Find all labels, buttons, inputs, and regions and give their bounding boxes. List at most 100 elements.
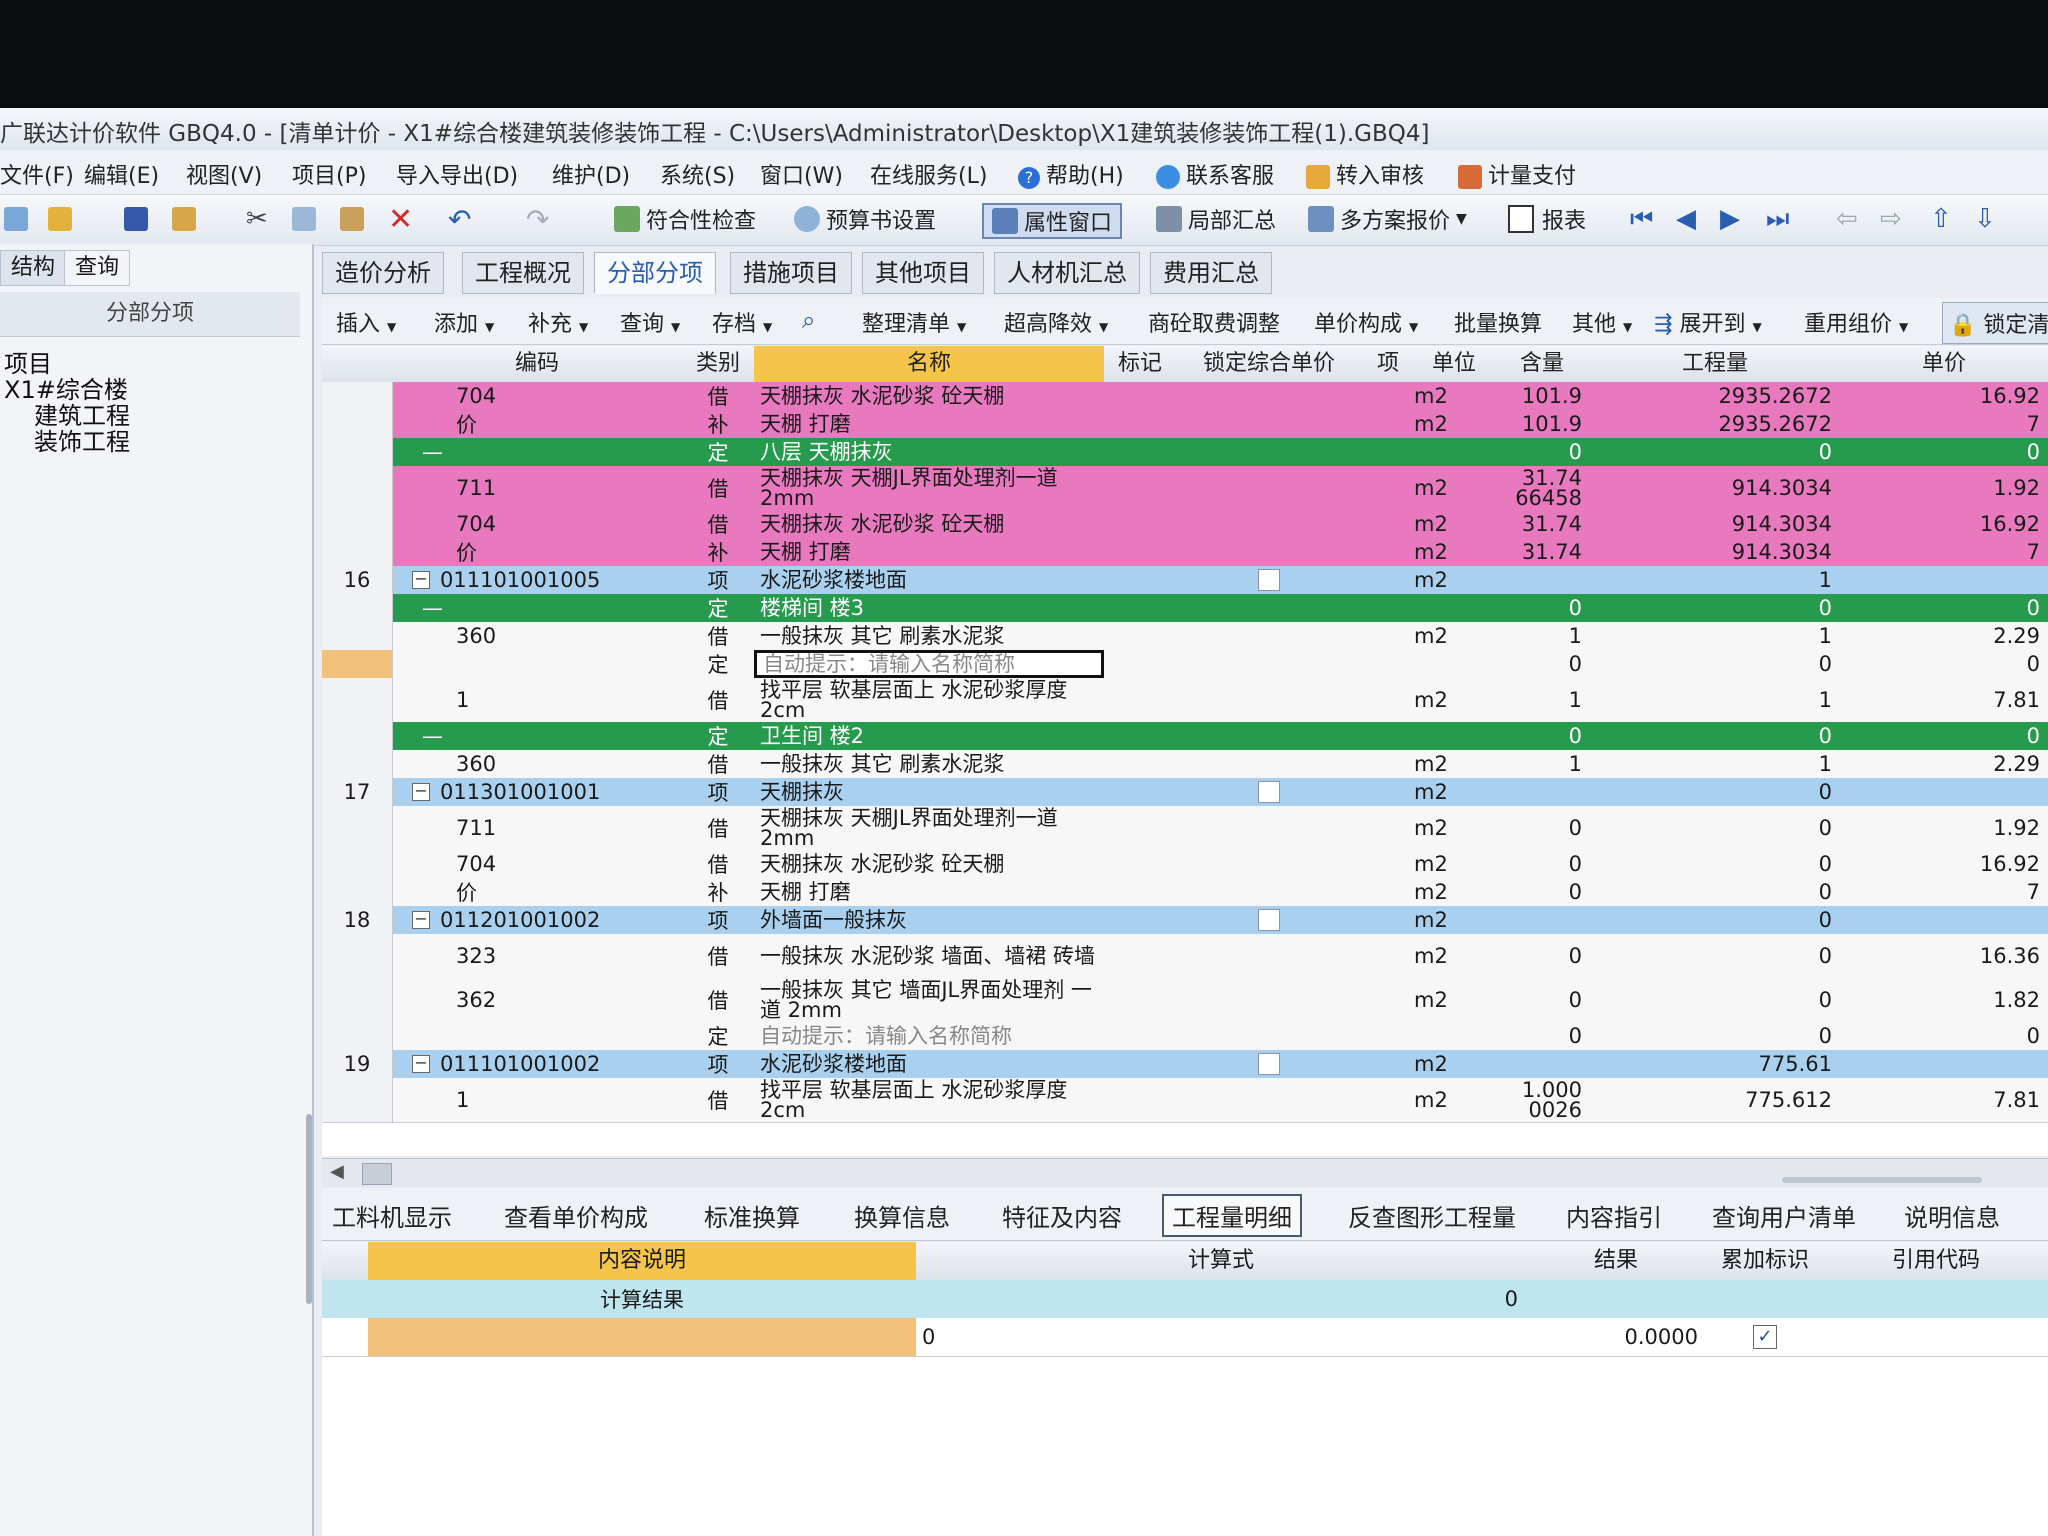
content-cell[interactable]: 31.74 (1494, 538, 1590, 566)
tab-description-info[interactable]: 说明信息 (1898, 1198, 2006, 1233)
detail-formula[interactable] (916, 1280, 1526, 1318)
lock-list-button[interactable]: 🔒 锁定清 (1942, 302, 2048, 344)
mark-cell[interactable] (1104, 382, 1176, 410)
menu-window[interactable]: 窗口(W) (760, 158, 843, 190)
folder-icon[interactable] (172, 203, 196, 235)
tab-unit-price-composition[interactable]: 查看单价构成 (498, 1198, 654, 1233)
open-icon[interactable] (48, 203, 72, 235)
content-cell[interactable] (1494, 778, 1590, 806)
name-cell[interactable]: 卫生间 楼2 (754, 722, 1104, 750)
multi-plan-button[interactable]: 多方案报价 ▼ (1308, 203, 1467, 235)
table-row[interactable]: 价 补 天棚 打磨 m2 101.9 2935.2672 7 (322, 410, 2048, 439)
collapse-icon[interactable]: − (412, 1055, 430, 1073)
mark-cell[interactable] (1104, 1078, 1176, 1122)
tab-structure[interactable]: 结构 (0, 250, 67, 286)
menu-maintain[interactable]: 维护(D) (552, 158, 630, 190)
row-number[interactable] (322, 878, 393, 906)
tab-content-guide[interactable]: 内容指引 (1560, 1198, 1668, 1233)
lock-price-checkbox[interactable] (1258, 1053, 1280, 1075)
content-cell[interactable]: 31.74 66458 (1494, 466, 1590, 510)
col-header-unit[interactable]: 单位 (1414, 346, 1495, 383)
table-row[interactable]: 16−011101001005 项水泥砂浆楼地面 m2 1 (322, 566, 2048, 595)
cut-icon[interactable]: ✂ (246, 203, 268, 235)
content-cell[interactable]: 31.74 (1494, 510, 1590, 538)
quantity-cell[interactable]: 0 (1590, 778, 1840, 806)
collapse-icon[interactable]: − (412, 571, 430, 589)
detail-col-formula[interactable]: 计算式 (916, 1242, 1527, 1281)
mark-cell[interactable] (1104, 622, 1176, 650)
quantity-cell[interactable]: 0 (1590, 878, 1840, 906)
content-cell[interactable]: 1.000 0026 (1494, 1078, 1590, 1122)
table-row[interactable]: — 定楼梯间 楼3 0 0 0 (322, 594, 2048, 623)
code-cell[interactable]: — (392, 594, 712, 622)
row-number[interactable]: 16 (322, 566, 393, 594)
menu-online[interactable]: 在线服务(L) (870, 158, 987, 190)
left-panel-scrollbar[interactable] (306, 1114, 312, 1304)
horizontal-scrollbar[interactable]: ◀ (322, 1158, 2048, 1187)
row-number[interactable] (322, 622, 393, 650)
quantity-cell[interactable]: 914.3034 (1590, 538, 1840, 566)
code-cell[interactable]: — (392, 438, 712, 466)
tab-user-list-query[interactable]: 查询用户清单 (1706, 1198, 1862, 1233)
tab-labor-display[interactable]: 工料机显示 (326, 1198, 458, 1233)
row-number[interactable] (322, 1078, 393, 1122)
menu-file[interactable]: 文件(F) (0, 158, 74, 190)
tab-labor-material[interactable]: 人材机汇总 (994, 252, 1140, 294)
quantity-cell[interactable]: 0 (1590, 1022, 1840, 1050)
menu-edit[interactable]: 编辑(E) (84, 158, 159, 190)
move-up-icon[interactable]: ⇧ (1930, 203, 1952, 235)
table-row[interactable]: — 定八层 天棚抹灰 0 0 0 (322, 438, 2048, 467)
row-number[interactable] (322, 466, 393, 510)
mark-cell[interactable] (1104, 438, 1176, 466)
detail-desc[interactable] (368, 1318, 916, 1356)
row-number[interactable] (322, 650, 393, 678)
name-cell[interactable]: 楼梯间 楼3 (754, 594, 1104, 622)
lock-price-cell[interactable] (1176, 622, 1362, 650)
archive-button[interactable]: 存档 ▼ (712, 306, 772, 338)
mark-cell[interactable] (1104, 650, 1176, 678)
col-header-type[interactable]: 类别 (682, 346, 755, 383)
table-row[interactable]: 1 借找平层 软基层面上 水泥砂浆厚度 2cm m2 1 1 7.81 (322, 678, 2048, 723)
col-header-item[interactable]: 项 (1362, 346, 1415, 383)
mark-cell[interactable] (1104, 1022, 1176, 1050)
row-number[interactable] (322, 750, 393, 778)
mark-cell[interactable] (1104, 878, 1176, 906)
concrete-fee-button[interactable]: 商砼取费调整 (1148, 306, 1280, 338)
row-number[interactable] (322, 410, 393, 438)
name-cell[interactable]: 天棚抹灰 天棚JL界面处理剂一道 2mm (754, 806, 1104, 850)
table-row[interactable]: 定自动提示：请输入名称简称 0 0 0 (322, 650, 2048, 679)
other-button[interactable]: 其他 ▼ (1572, 306, 1632, 338)
row-number[interactable] (322, 510, 393, 538)
menu-project[interactable]: 项目(P) (292, 158, 366, 190)
tab-conversion-info[interactable]: 换算信息 (848, 1198, 956, 1233)
mark-cell[interactable] (1104, 566, 1176, 594)
name-cell[interactable]: 天棚抹灰 天棚JL界面处理剂一道 2mm (754, 466, 1104, 510)
table-row[interactable]: 704 借 天棚抹灰 水泥砂浆 砼天棚 m2 101.9 2935.2672 16.92 (322, 382, 2048, 411)
mark-cell[interactable] (1104, 906, 1176, 934)
col-header-unit-price[interactable]: 单价 (1840, 346, 2048, 383)
code-cell[interactable]: — (392, 722, 712, 750)
lock-price-cell[interactable] (1176, 850, 1362, 878)
lock-price-cell[interactable] (1176, 650, 1362, 678)
query-button[interactable]: 查询 ▼ (620, 306, 680, 338)
col-header-lock-price[interactable]: 锁定综合单价 (1176, 346, 1363, 383)
quantity-cell[interactable]: 914.3034 (1590, 466, 1840, 510)
move-left-icon[interactable]: ⇦ (1836, 203, 1858, 235)
mark-cell[interactable] (1104, 410, 1176, 438)
table-row[interactable]: 704 借 天棚抹灰 水泥砂浆 砼天棚 m2 31.74 914.3034 16.92 (322, 510, 2048, 539)
menu-support[interactable]: 联系客服 (1156, 158, 1274, 190)
name-cell[interactable]: 天棚 打磨 (754, 538, 1104, 566)
content-cell[interactable] (1494, 1050, 1590, 1078)
mark-cell[interactable] (1104, 510, 1176, 538)
lock-price-cell[interactable] (1176, 678, 1362, 722)
name-cell[interactable]: 天棚抹灰 水泥砂浆 砼天棚 (754, 510, 1104, 538)
detail-col-result[interactable]: 结果 (1526, 1242, 1707, 1281)
lock-price-cell[interactable] (1176, 934, 1362, 978)
tab-project-overview[interactable]: 工程概况 (462, 252, 584, 294)
content-cell[interactable]: 0 (1494, 594, 1590, 622)
collapse-icon[interactable]: − (412, 783, 430, 801)
quantity-cell[interactable]: 0 (1590, 650, 1840, 678)
mark-cell[interactable] (1104, 1050, 1176, 1078)
menu-audit[interactable]: 转入审核 (1306, 158, 1424, 190)
mark-cell[interactable] (1104, 678, 1176, 722)
